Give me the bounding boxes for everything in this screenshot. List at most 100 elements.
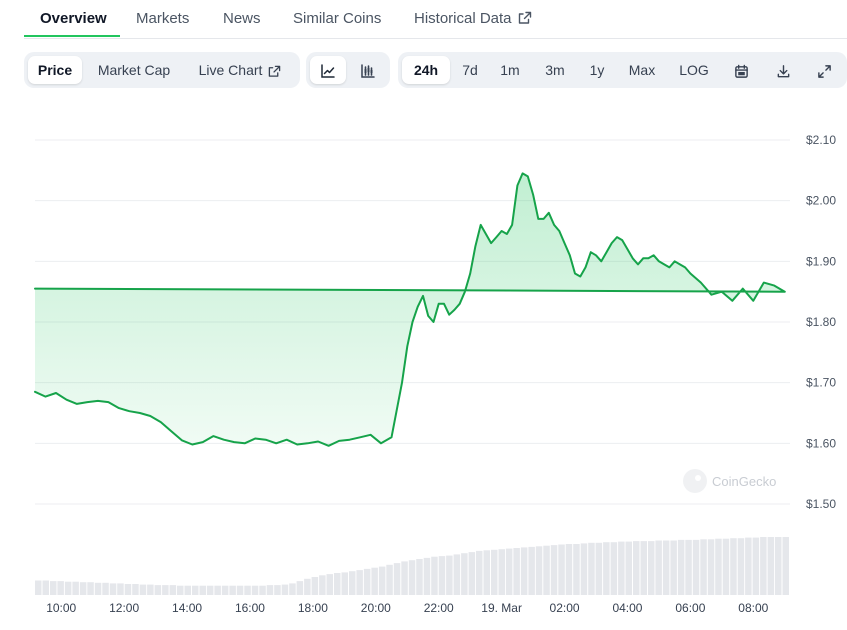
volume-bar (192, 585, 199, 595)
volume-bar (229, 585, 236, 595)
candlestick-icon (361, 64, 375, 79)
fullscreen-button[interactable] (809, 56, 839, 84)
volume-bar (326, 574, 333, 595)
range-1y-button[interactable]: 1y (582, 56, 612, 84)
volume-bar (349, 571, 356, 595)
y-tick-label: $1.60 (806, 436, 836, 450)
tab-similar-coins[interactable]: Similar Coins (293, 10, 381, 27)
y-tick-label: $1.90 (806, 254, 836, 268)
volume-bar (162, 585, 169, 595)
tab-overview[interactable]: Overview (40, 10, 107, 27)
volume-bar (311, 577, 319, 595)
range-7d-button[interactable]: 7d (454, 56, 486, 84)
volume-bar (700, 539, 707, 595)
coingecko-watermark: CoinGecko (683, 469, 776, 493)
volume-bar (199, 585, 206, 595)
volume-bar (94, 582, 102, 595)
external-link-icon (518, 11, 531, 24)
volume-bar (483, 550, 490, 595)
x-axis-ticks: 10:00 12:00 14:00 16:00 18:00 20:00 22:00 19. M… (46, 601, 768, 615)
tab-historical-data-label: Historical Data (414, 10, 512, 27)
volume-bar (72, 581, 79, 595)
volume-bar (251, 585, 259, 595)
volume-bar (595, 542, 603, 595)
volume-bar (363, 568, 371, 595)
volume-bar (221, 585, 229, 595)
volume-bars (35, 537, 789, 595)
tab-historical-data[interactable]: Historical Data (414, 10, 532, 27)
volume-bar (386, 564, 393, 595)
volume-bar (244, 585, 251, 595)
volume-bar (169, 585, 177, 595)
volume-bar (117, 583, 124, 595)
x-tick-label: 18:00 (298, 601, 328, 615)
volume-bar (730, 538, 737, 595)
x-tick-label: 22:00 (424, 601, 454, 615)
volume-bar (42, 580, 49, 595)
watermark-text: CoinGecko (712, 474, 776, 489)
metric-toggle-group: Price Market Cap Live Chart (24, 52, 300, 88)
x-tick-label: 10:00 (46, 601, 76, 615)
price-chart[interactable]: $2.10 $2.00 $1.90 $1.80 $1.70 $1.60 $1.50 10:0… (0, 95, 847, 630)
volume-bar (640, 541, 647, 595)
volume-bar (588, 542, 595, 595)
volume-bar (393, 563, 401, 595)
candlestick-chart-button[interactable] (350, 56, 386, 84)
volume-bar (401, 561, 408, 595)
volume-bar (453, 554, 461, 595)
market-cap-button[interactable]: Market Cap (88, 56, 180, 84)
log-scale-button[interactable]: LOG (672, 56, 716, 84)
volume-bar (670, 540, 677, 595)
volume-bar (296, 581, 304, 595)
volume-bar (341, 572, 348, 595)
line-chart-button[interactable] (310, 56, 346, 84)
calendar-icon (734, 64, 748, 78)
volume-bar (446, 555, 453, 595)
date-picker-button[interactable] (726, 56, 756, 84)
volume-bar (132, 584, 139, 595)
range-3m-button[interactable]: 3m (536, 56, 574, 84)
price-button[interactable]: Price (28, 56, 82, 84)
range-1m-button[interactable]: 1m (494, 56, 526, 84)
volume-bar (371, 567, 378, 595)
volume-bar (154, 585, 162, 595)
chart-style-group (306, 52, 390, 88)
volume-bar (662, 540, 670, 595)
x-tick-label: 20:00 (361, 601, 391, 615)
y-tick-label: $1.50 (806, 497, 836, 511)
volume-bar (266, 585, 274, 595)
tab-markets[interactable]: Markets (136, 10, 189, 27)
volume-bar (431, 556, 438, 595)
download-button[interactable] (768, 56, 798, 84)
tab-active-indicator (24, 35, 120, 37)
volume-bar (461, 553, 468, 595)
volume-bar (535, 546, 543, 595)
range-24h-button[interactable]: 24h (402, 56, 450, 84)
volume-bar (782, 537, 789, 595)
volume-bar (692, 539, 700, 595)
volume-bar (236, 585, 244, 595)
live-chart-button[interactable]: Live Chart (190, 56, 290, 84)
line-chart-icon (321, 64, 335, 79)
volume-bar (124, 584, 132, 595)
volume-bar (498, 549, 505, 595)
live-chart-label: Live Chart (198, 62, 263, 78)
x-tick-label: 14:00 (172, 601, 202, 615)
volume-bar (520, 547, 528, 595)
volume-bar (565, 544, 573, 595)
volume-bar (214, 585, 221, 595)
volume-bar (528, 546, 535, 595)
x-tick-label: 08:00 (738, 601, 768, 615)
volume-bar (513, 548, 520, 595)
volume-bar (304, 578, 311, 595)
volume-bar (356, 570, 363, 595)
tab-news[interactable]: News (223, 10, 261, 27)
y-tick-label: $1.80 (806, 315, 836, 329)
volume-bar (752, 537, 760, 595)
volume-bar (745, 537, 752, 595)
range-max-button[interactable]: Max (620, 56, 664, 84)
volume-bar (737, 538, 745, 595)
top-tabs: Overview Markets News Similar Coins Hist… (24, 0, 847, 39)
y-tick-label: $1.70 (806, 376, 836, 390)
volume-bar (610, 542, 618, 595)
